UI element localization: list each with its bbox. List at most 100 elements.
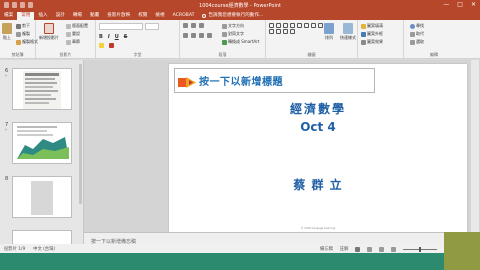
fill-icon: [361, 23, 366, 29]
tab-acrobat[interactable]: ACROBAT: [169, 12, 199, 20]
slide-author: 蔡 群 立: [293, 178, 343, 192]
outline-icon: [361, 31, 366, 37]
tab-slideshow[interactable]: 投影片放映: [103, 12, 134, 20]
strike-button[interactable]: S: [124, 34, 128, 40]
zoom-slider[interactable]: [403, 246, 438, 252]
cut-button[interactable]: 剪下: [16, 23, 30, 29]
text-direction-button[interactable]: 文字方向: [222, 23, 244, 29]
tell-me-box[interactable]: 告訴我您想要執行的動作...: [198, 12, 267, 20]
animation-star-icon: *: [5, 128, 7, 133]
notes-toggle-button[interactable]: 備忘稿: [320, 246, 333, 252]
language-indicator[interactable]: 中文 (台灣): [33, 246, 55, 252]
font-group: B I U S 字型: [96, 20, 180, 59]
tab-home[interactable]: 常用: [17, 12, 35, 20]
thumbnail-number: 6 *: [5, 68, 8, 79]
thumbnail-scrollbar[interactable]: [79, 64, 82, 204]
select-icon: [410, 39, 415, 45]
minimize-button[interactable]: —: [443, 1, 449, 8]
shape-item[interactable]: [283, 29, 288, 34]
slide-thumbnail[interactable]: [12, 176, 72, 218]
replace-label: 取代: [416, 31, 424, 36]
format-painter-button[interactable]: 複製格式: [16, 39, 38, 45]
slideshow-view-icon[interactable]: [391, 246, 397, 252]
sorter-view-icon[interactable]: [367, 246, 373, 252]
tab-file[interactable]: 檔案: [0, 12, 17, 20]
replace-button[interactable]: 取代: [410, 31, 424, 37]
slide-count: 投影片 1/9: [4, 247, 26, 252]
justify-icon[interactable]: [207, 33, 212, 38]
highlight-icon[interactable]: [99, 43, 104, 48]
bullets-icon[interactable]: [183, 23, 188, 28]
tab-design[interactable]: 設計: [52, 12, 69, 20]
copy-button[interactable]: 複製: [16, 31, 30, 37]
shape-item[interactable]: [297, 23, 302, 28]
bold-button[interactable]: B: [99, 34, 103, 40]
reset-button[interactable]: 重設: [66, 31, 80, 37]
shape-item[interactable]: [318, 23, 323, 28]
tab-view[interactable]: 檢視: [151, 12, 168, 20]
font-name-box[interactable]: [99, 23, 143, 30]
comments-toggle-button[interactable]: 註解: [340, 246, 349, 252]
align-text-button[interactable]: 對齊文字: [222, 31, 244, 37]
tab-animations[interactable]: 動畫: [86, 12, 103, 20]
shape-item[interactable]: [276, 23, 281, 28]
section-button[interactable]: 章節: [66, 39, 80, 45]
editor-scrollbar[interactable]: [471, 60, 479, 242]
indent-icon[interactable]: [199, 23, 204, 28]
align-text-icon: [222, 31, 227, 37]
text-direction-icon: [222, 23, 227, 29]
zoom-thumb[interactable]: [419, 246, 422, 252]
shape-item[interactable]: [290, 29, 295, 34]
reading-view-icon[interactable]: [379, 246, 385, 252]
font-color-row: [99, 43, 114, 48]
shape-outline-button[interactable]: 圖案外框: [361, 31, 383, 37]
italic-button[interactable]: I: [108, 34, 110, 40]
powerpoint-window: 1004course經濟數學 - PowerPoint — □ ✕ 檔案 常用 …: [0, 0, 480, 270]
close-button[interactable]: ✕: [471, 1, 476, 8]
quick-styles-button[interactable]: 快速樣式: [340, 23, 356, 41]
new-slide-button[interactable]: 新增投影片: [39, 23, 59, 41]
slide-thumbnail[interactable]: [12, 122, 72, 164]
numbering-icon[interactable]: [191, 23, 196, 28]
tell-me-text: 告訴我您想要執行的動作...: [208, 13, 264, 18]
align-center-icon[interactable]: [191, 33, 196, 38]
window-title: 1004course經濟數學 - PowerPoint: [199, 3, 281, 9]
taskbar-tile[interactable]: [444, 232, 480, 270]
shapes-gallery[interactable]: [269, 23, 324, 34]
arrange-button[interactable]: 排列: [324, 23, 334, 41]
layout-button[interactable]: 版面配置: [66, 23, 88, 29]
ribbon-tabs: 檔案 常用 插入 設計 轉場 動畫 投影片放映 校閱 檢視 ACROBAT 告訴…: [0, 11, 480, 20]
slide-thumbnail[interactable]: [12, 68, 72, 110]
shape-effects-button[interactable]: 圖案效果: [361, 39, 383, 45]
maximize-button[interactable]: □: [457, 1, 463, 8]
select-button[interactable]: 選取: [410, 39, 424, 45]
title-placeholder-text: 按一下以新增標題: [199, 77, 283, 88]
tab-insert[interactable]: 插入: [34, 12, 51, 20]
shape-item[interactable]: [283, 23, 288, 28]
shape-fill-button[interactable]: 圖案填滿: [361, 23, 383, 29]
paste-button[interactable]: 貼上: [2, 23, 12, 41]
tab-transitions[interactable]: 轉場: [69, 12, 86, 20]
normal-view-icon[interactable]: [355, 246, 361, 252]
slide-date: Oct 4: [300, 120, 336, 134]
shape-item[interactable]: [290, 23, 295, 28]
shape-format-group: 圖案填滿 圖案外框 圖案效果: [358, 20, 404, 59]
underline-button[interactable]: U: [115, 34, 119, 40]
shape-item[interactable]: [311, 23, 316, 28]
align-right-icon[interactable]: [199, 33, 204, 38]
clipboard-group: 貼上 剪下 複製 複製格式 剪貼簿: [0, 20, 38, 59]
smartart-button[interactable]: 轉換成 SmartArt: [222, 39, 259, 45]
align-left-icon[interactable]: [183, 33, 188, 38]
shape-item[interactable]: [269, 29, 274, 34]
paste-icon: [2, 23, 12, 34]
title-placeholder[interactable]: 按一下以新增標題: [174, 68, 375, 93]
shape-item[interactable]: [276, 29, 281, 34]
find-button[interactable]: 尋找: [410, 23, 424, 29]
tab-review[interactable]: 校閱: [134, 12, 151, 20]
shape-item[interactable]: [304, 23, 309, 28]
font-size-box[interactable]: [145, 23, 159, 30]
current-slide: 按一下以新增標題 經濟數學 Oct 4 蔡 群 立 © 2016 Cengage…: [169, 64, 467, 232]
arrange-label: 排列: [325, 35, 333, 40]
shape-item[interactable]: [269, 23, 274, 28]
font-color-icon[interactable]: [109, 43, 114, 48]
